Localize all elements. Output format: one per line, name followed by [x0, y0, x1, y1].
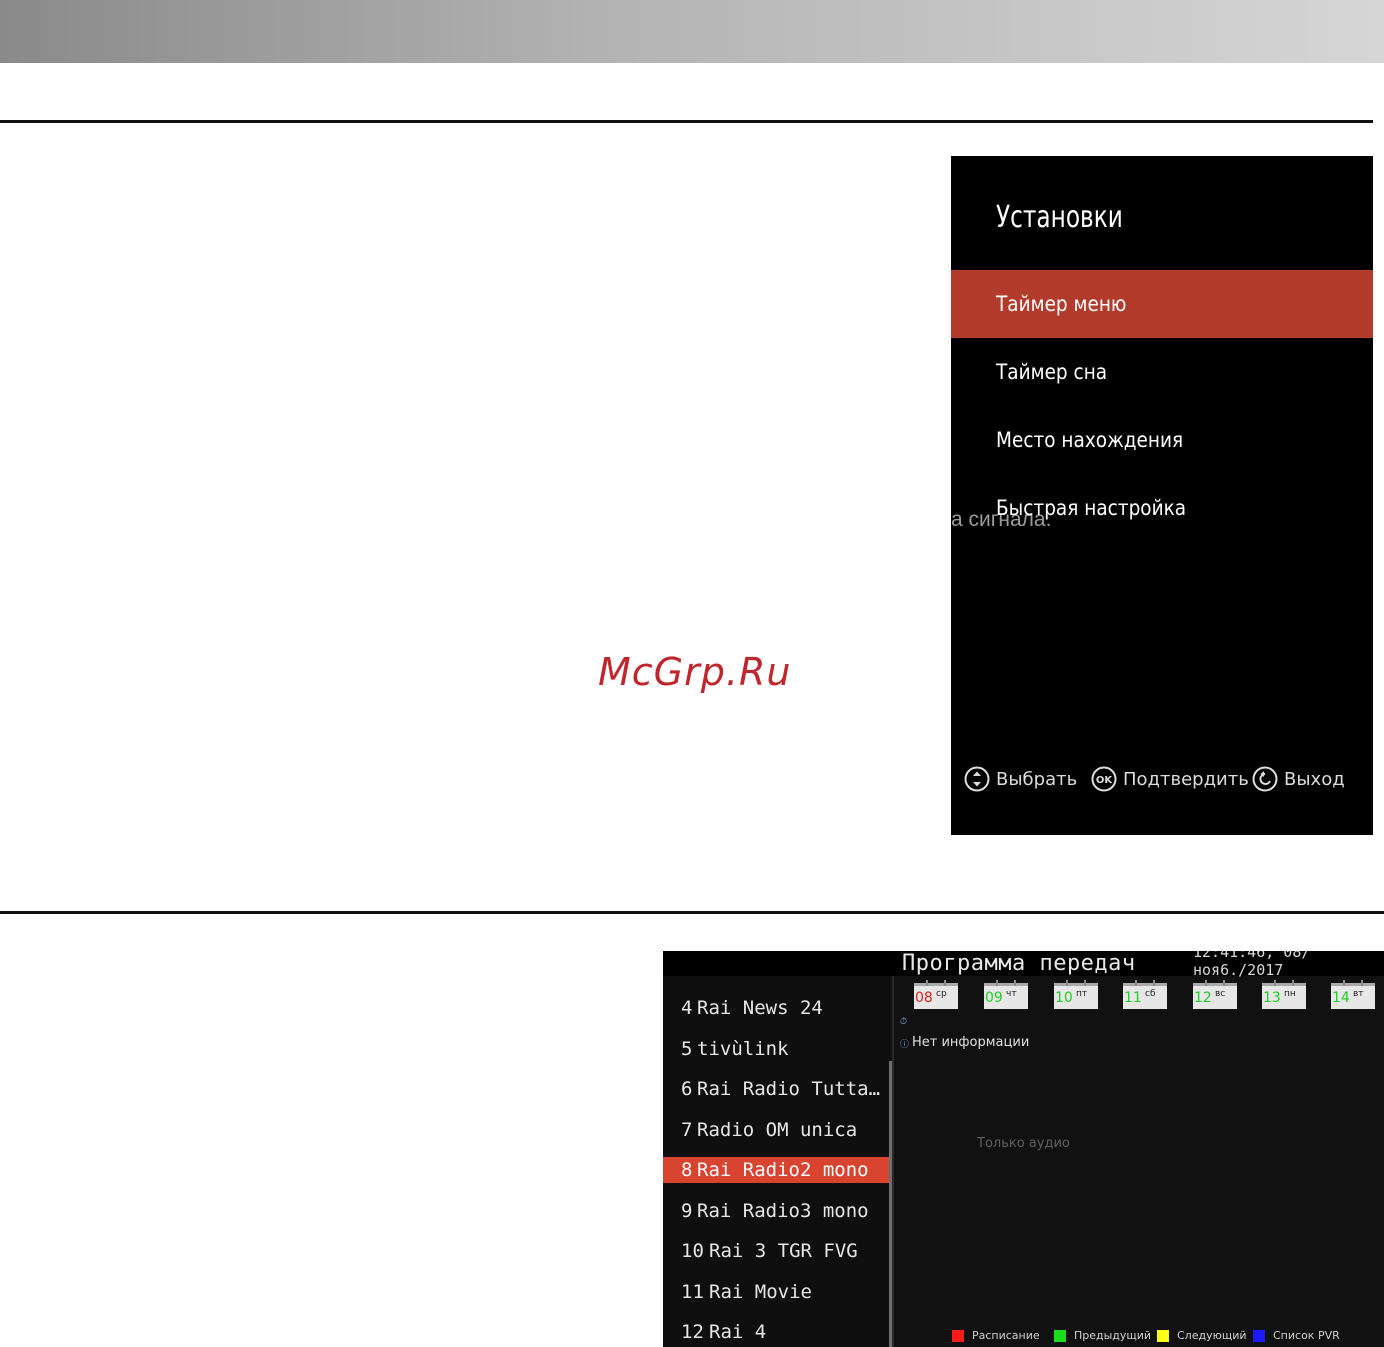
- day-name: вс: [1215, 989, 1226, 999]
- channel-item[interactable]: 6 Rai Radio Tutta…: [663, 1076, 892, 1102]
- green-key-icon: [1054, 1329, 1066, 1342]
- day-number: 11: [1124, 990, 1142, 1006]
- ok-icon: OK: [1091, 766, 1117, 792]
- hint-confirm: OK Подтвердить: [1091, 766, 1249, 792]
- hint-exit: Выход: [1252, 766, 1345, 792]
- red-key-icon: [952, 1329, 964, 1342]
- channel-item[interactable]: 4 Rai News 24: [663, 995, 892, 1021]
- menu-item-label: Быстрая настройка: [996, 496, 1187, 520]
- hint-exit-label: Выход: [1284, 768, 1345, 790]
- channel-item[interactable]: 12 Rai 4: [663, 1319, 892, 1345]
- menu-item-menu-timer[interactable]: Таймер меню: [951, 270, 1373, 338]
- hint-select: Выбрать: [964, 766, 1077, 792]
- channel-name: Rai Radio3 mono: [697, 1200, 869, 1222]
- channel-item[interactable]: 11 Rai Movie: [663, 1279, 892, 1305]
- menu-item-sleep-timer[interactable]: Таймер сна: [951, 338, 1373, 406]
- channel-item[interactable]: 5 tivùlink: [663, 1036, 892, 1062]
- horizontal-rule: [0, 911, 1384, 914]
- channel-name: Radio OM unica: [697, 1119, 858, 1141]
- channel-name: Rai Movie: [709, 1281, 812, 1303]
- legend-blue[interactable]: Список PVR: [1253, 1329, 1340, 1342]
- channel-item[interactable]: 9 Rai Radio3 mono: [663, 1198, 892, 1224]
- back-icon: [1252, 766, 1278, 792]
- channel-item-selected[interactable]: 8 Rai Radio2 mono: [663, 1157, 892, 1183]
- channel-name: Rai 4: [709, 1321, 767, 1343]
- channel-name: Rai Radio2 mono: [697, 1159, 869, 1181]
- day-number: 10: [1055, 990, 1073, 1006]
- day-tab[interactable]: 14 вт: [1331, 980, 1375, 1009]
- day-number: 09: [985, 990, 1003, 1006]
- legend-label: Расписание: [972, 1329, 1040, 1342]
- channel-name: Rai Radio Tutta…: [697, 1078, 881, 1100]
- channel-name: Rai News 24: [697, 997, 823, 1019]
- clock-icon: ⏱: [900, 1017, 908, 1027]
- hint-select-label: Выбрать: [996, 768, 1078, 790]
- blue-key-icon: [1253, 1329, 1265, 1342]
- channel-number: 7: [681, 1119, 693, 1141]
- day-name: пн: [1284, 989, 1296, 999]
- channel-number: 5: [681, 1038, 693, 1060]
- audio-only-text: Только аудио: [977, 1136, 1070, 1151]
- legend-label: Список PVR: [1273, 1329, 1340, 1342]
- menu-item-location[interactable]: Место нахождения: [951, 406, 1373, 474]
- watermark: McGrp.Ru: [598, 650, 792, 694]
- legend-yellow[interactable]: Следующий: [1157, 1329, 1247, 1342]
- day-name: ср: [936, 989, 947, 999]
- legend-red[interactable]: Расписание: [952, 1329, 1040, 1342]
- no-info-text: Нет информации: [912, 1035, 1030, 1050]
- menu-item-label: Место нахождения: [996, 428, 1184, 452]
- day-name: пт: [1076, 989, 1088, 999]
- day-number: 08: [915, 990, 933, 1006]
- epg-screen: Программа передач 12:41:46, 08/ноя6./201…: [663, 951, 1384, 1347]
- day-tab[interactable]: 09 чт: [984, 980, 1028, 1009]
- scrollbar[interactable]: [889, 1061, 892, 1347]
- legend-label: Следующий: [1177, 1329, 1247, 1342]
- menu-item-label: Таймер сна: [996, 360, 1108, 384]
- day-tab[interactable]: 12 вс: [1193, 980, 1237, 1009]
- header-band: [0, 0, 1384, 63]
- channel-name: Rai 3 TGR FVG: [709, 1240, 858, 1262]
- channel-name: tivùlink: [697, 1038, 789, 1060]
- epg-clock: 12:41:46, 08/ноя6./2017: [1193, 951, 1311, 979]
- channel-number: 12: [681, 1321, 704, 1343]
- day-number: 12: [1194, 990, 1212, 1006]
- epg-title: Программа передач: [902, 951, 1136, 976]
- settings-screen: Установки Таймер меню Таймер сна Место н…: [951, 156, 1373, 835]
- channel-item[interactable]: 7 Radio OM unica: [663, 1117, 892, 1143]
- day-number: 13: [1263, 990, 1281, 1006]
- channel-list: 4 Rai News 24 5 tivùlink 6 Rai Radio Tutta……: [663, 976, 894, 1347]
- menu-item-label: Таймер меню: [996, 292, 1127, 316]
- channel-number: 6: [681, 1078, 693, 1100]
- day-name: сб: [1145, 989, 1156, 999]
- settings-title: Установки: [996, 200, 1123, 235]
- day-tab[interactable]: 11 сб: [1123, 980, 1167, 1009]
- hint-confirm-label: Подтвердить: [1123, 768, 1249, 790]
- day-tab[interactable]: 08 ср: [914, 980, 958, 1009]
- day-name: вт: [1353, 989, 1364, 999]
- channel-number: 10: [681, 1240, 704, 1262]
- channel-number: 4: [681, 997, 693, 1019]
- legend-green[interactable]: Предыдущий: [1054, 1329, 1151, 1342]
- day-tab[interactable]: 13 пн: [1262, 980, 1306, 1009]
- day-name: чт: [1006, 989, 1017, 999]
- legend-label: Предыдущий: [1074, 1329, 1152, 1342]
- channel-number: 9: [681, 1200, 693, 1222]
- channel-number: 8: [681, 1159, 693, 1181]
- yellow-key-icon: [1157, 1329, 1169, 1342]
- day-tab[interactable]: 10 пт: [1054, 980, 1098, 1009]
- horizontal-rule: [0, 120, 1373, 123]
- panel-divider: [892, 976, 894, 1347]
- updown-icon: [964, 766, 990, 792]
- menu-item-quick-setup[interactable]: Быстрая настройка: [951, 474, 1373, 542]
- info-icon: ⓘ: [900, 1040, 910, 1050]
- channel-number: 11: [681, 1281, 704, 1303]
- ok-icon-text: OK: [1096, 775, 1114, 786]
- day-number: 14: [1332, 990, 1350, 1006]
- channel-item[interactable]: 10 Rai 3 TGR FVG: [663, 1238, 892, 1264]
